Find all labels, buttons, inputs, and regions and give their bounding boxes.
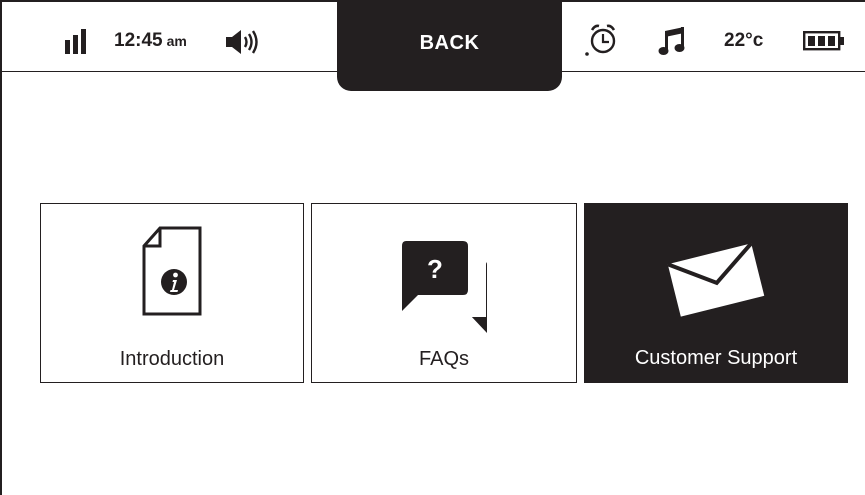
tile-introduction-label: Introduction bbox=[119, 348, 225, 370]
back-button-label: BACK bbox=[419, 32, 480, 54]
tile-customer-support[interactable]: Customer Support bbox=[584, 203, 848, 383]
alarm-icon[interactable] bbox=[585, 22, 617, 58]
faq-chat-icon: ? bbox=[312, 239, 576, 339]
battery-icon bbox=[803, 31, 845, 51]
tile-faqs[interactable]: ? FAQs bbox=[311, 203, 577, 383]
tile-introduction[interactable]: Introduction bbox=[40, 203, 304, 383]
signal-icon bbox=[65, 29, 93, 55]
time-suffix: am bbox=[166, 33, 187, 49]
time-text: 12:45 bbox=[114, 30, 163, 51]
clock: 12:45 am bbox=[114, 30, 187, 52]
status-bar: 12:45 am BACK 22°c bbox=[2, 2, 865, 91]
tile-customer-support-label: Customer Support bbox=[634, 347, 798, 369]
svg-text:?: ? bbox=[427, 254, 443, 284]
temperature-text: 22°c bbox=[724, 30, 764, 51]
speaker-icon[interactable] bbox=[226, 29, 262, 55]
tile-faqs-label: FAQs bbox=[418, 348, 469, 370]
device-screen: 12:45 am BACK 22°c Introduction ? FAQs C… bbox=[0, 0, 865, 495]
music-note-icon[interactable] bbox=[658, 25, 686, 57]
temperature: 22°c bbox=[724, 30, 763, 52]
info-document-icon bbox=[41, 226, 303, 316]
back-button[interactable]: BACK bbox=[337, 2, 562, 91]
envelope-icon bbox=[584, 239, 848, 321]
